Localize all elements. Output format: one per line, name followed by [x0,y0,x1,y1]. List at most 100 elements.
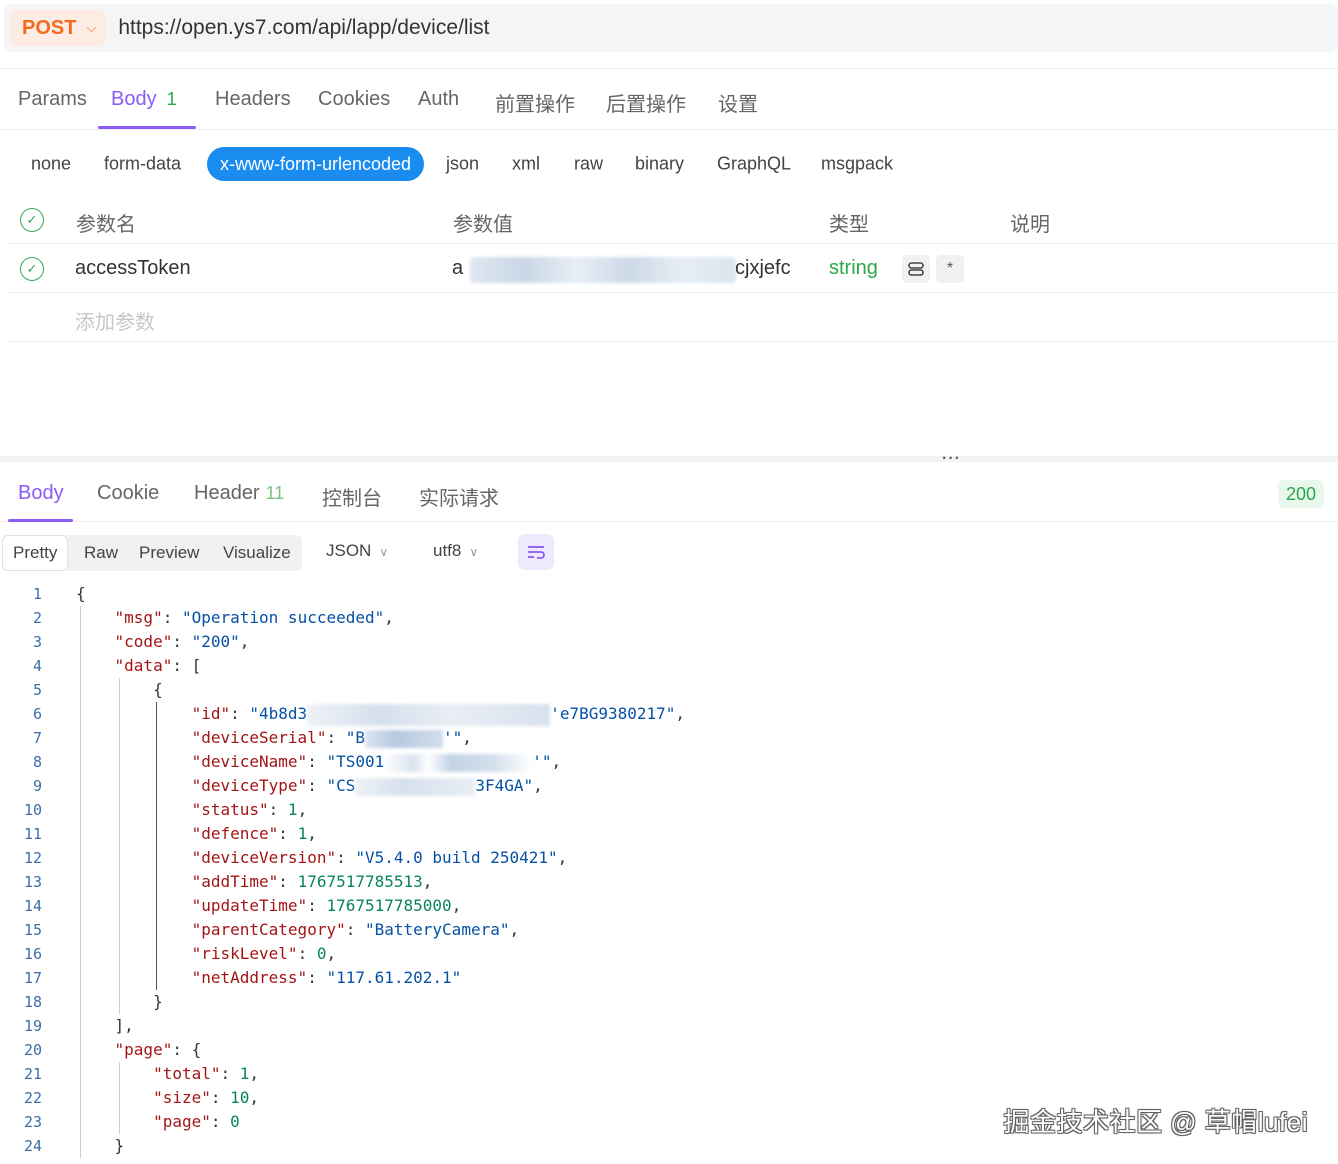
view-raw[interactable]: Raw [84,535,118,571]
redacted-type [355,777,476,796]
request-tabs: Params Body 1 Headers Cookies Auth 前置操作 后… [0,78,1338,130]
redacted-value [470,257,736,283]
value-serial-prefix: "B [345,728,365,747]
word-wrap-icon[interactable] [518,534,554,570]
param-enabled-checkbox[interactable]: ✓ [20,257,44,281]
tab-params[interactable]: Params [18,88,87,111]
code-line: "page": 0 [153,1112,240,1131]
body-type-graphql[interactable]: GraphQL [717,154,791,175]
code-line: "total": 1, [153,1064,260,1083]
line-number: 2 [32,609,42,627]
code-line: { [153,680,163,699]
view-visualize[interactable]: Visualize [223,535,291,571]
value-serial-suffix: '" [442,728,463,747]
code-line: "riskLevel": 0, [191,944,337,963]
line-number: 5 [32,681,42,699]
code-line: } [114,1136,125,1155]
header-param-desc: 说明 [1010,214,1050,236]
tab-cookies[interactable]: Cookies [318,88,390,111]
value-device-version: "V5.4.0 build 250421" [355,848,558,867]
value-page-total: 1 [239,1064,250,1083]
param-type-select[interactable]: string [829,257,878,280]
resp-tab-header[interactable]: Header 11 [194,482,284,505]
value-parent-category: "BatteryCamera" [364,920,510,939]
url-bar: POST ⌵ https://open.ys7.com/api/lapp/dev… [4,4,1338,52]
tab-label: 设置 [718,94,758,116]
add-param-placeholder[interactable]: 添加参数 [75,306,155,335]
tab-label: Body [111,88,157,110]
param-value-suffix[interactable]: cjxjefc [735,257,791,280]
view-preview[interactable]: Preview [139,535,199,571]
panel-splitter[interactable] [0,456,1338,462]
code-line: "msg": "Operation succeeded", [114,608,394,627]
line-number: 19 [23,1017,42,1035]
body-type-urlencoded[interactable]: x-www-form-urlencoded [207,147,424,181]
code-line: } [153,992,163,1011]
response-json-viewer: { "msg": "Operation succeeded", "code": … [76,582,685,1158]
param-row: ✓ accessToken a cjxjefc string * [8,245,1338,293]
resp-tab-actual-request[interactable]: 实际请求 [419,482,499,511]
resp-tab-console[interactable]: 控制台 [322,482,382,511]
body-type-json[interactable]: json [446,154,479,175]
tab-label: Body [18,482,64,504]
resp-tab-cookie[interactable]: Cookie [97,482,159,505]
encoding-value: utf8 [433,541,462,560]
tab-post-operation[interactable]: 后置操作 [606,88,686,117]
tab-label: Auth [418,88,460,110]
tab-settings[interactable]: 设置 [718,88,758,117]
line-numbers: 1 2 3 4 5 6 7 8 9 10 11 12 13 14 15 16 1… [0,582,50,1158]
tab-label: Cookie [97,482,160,504]
resp-tab-body[interactable]: Body [18,482,64,505]
line-number: 24 [23,1137,42,1155]
code-line: "status": 1, [191,800,308,819]
active-tab-indicator [8,519,73,522]
chevron-down-icon: ∨ [469,545,479,559]
redacted-serial [364,729,443,748]
value-status: 1 [287,800,298,819]
tab-body[interactable]: Body 1 [111,88,177,111]
body-type-raw[interactable]: raw [574,154,603,175]
line-number: 9 [32,777,42,795]
response-tabs: Body Cookie Header 11 控制台 实际请求 200 [0,464,1338,522]
code-line: "deviceVersion": "V5.4.0 build 250421", [191,848,568,867]
body-type-none[interactable]: none [31,154,71,175]
method-select[interactable]: POST ⌵ [10,10,107,46]
body-type-xml[interactable]: xml [512,154,540,175]
chevron-down-icon: ⌵ [86,20,97,35]
body-type-msgpack[interactable]: msgpack [821,154,893,175]
line-number: 22 [23,1089,42,1107]
link-icon[interactable] [902,255,930,283]
status-badge: 200 [1277,480,1324,508]
tab-label: Cookies [318,88,391,110]
tab-headers[interactable]: Headers [215,88,291,111]
format-select[interactable]: JSON ∨ [326,541,388,561]
body-type-form-data[interactable]: form-data [104,154,181,175]
line-number: 4 [32,657,42,675]
view-pretty[interactable]: Pretty [2,535,69,571]
body-type-binary[interactable]: binary [635,154,684,175]
code-line: "deviceSerial": "B '", [191,728,472,748]
code-line: "parentCategory": "BatteryCamera", [191,920,520,939]
required-toggle[interactable]: * [936,255,964,283]
tab-count: 11 [265,483,285,503]
value-id-suffix: 'e7BG9380217" [550,704,676,723]
active-tab-indicator [98,126,196,129]
tab-auth[interactable]: Auth [418,88,459,111]
tab-label: Headers [215,88,291,110]
line-number: 21 [23,1065,42,1083]
code-line: { [76,584,86,603]
code-line: "netAddress": "117.61.202.1" [191,968,462,987]
encoding-select[interactable]: utf8 ∨ [433,541,478,561]
header-param-name: 参数名 [76,214,136,236]
line-number: 15 [23,921,42,939]
param-name-input[interactable]: accessToken [75,257,191,280]
line-number: 3 [32,633,42,651]
tab-pre-operation[interactable]: 前置操作 [495,88,575,117]
line-number: 12 [23,849,42,867]
params-table-header: ✓ 参数名 参数值 类型 说明 [8,196,1338,244]
url-input[interactable]: https://open.ys7.com/api/lapp/device/lis… [118,16,489,40]
value-net-address: "117.61.202.1" [326,968,462,987]
param-value-prefix[interactable]: a [452,257,463,280]
check-all-icon[interactable]: ✓ [20,208,44,232]
tab-label: Params [18,88,87,110]
